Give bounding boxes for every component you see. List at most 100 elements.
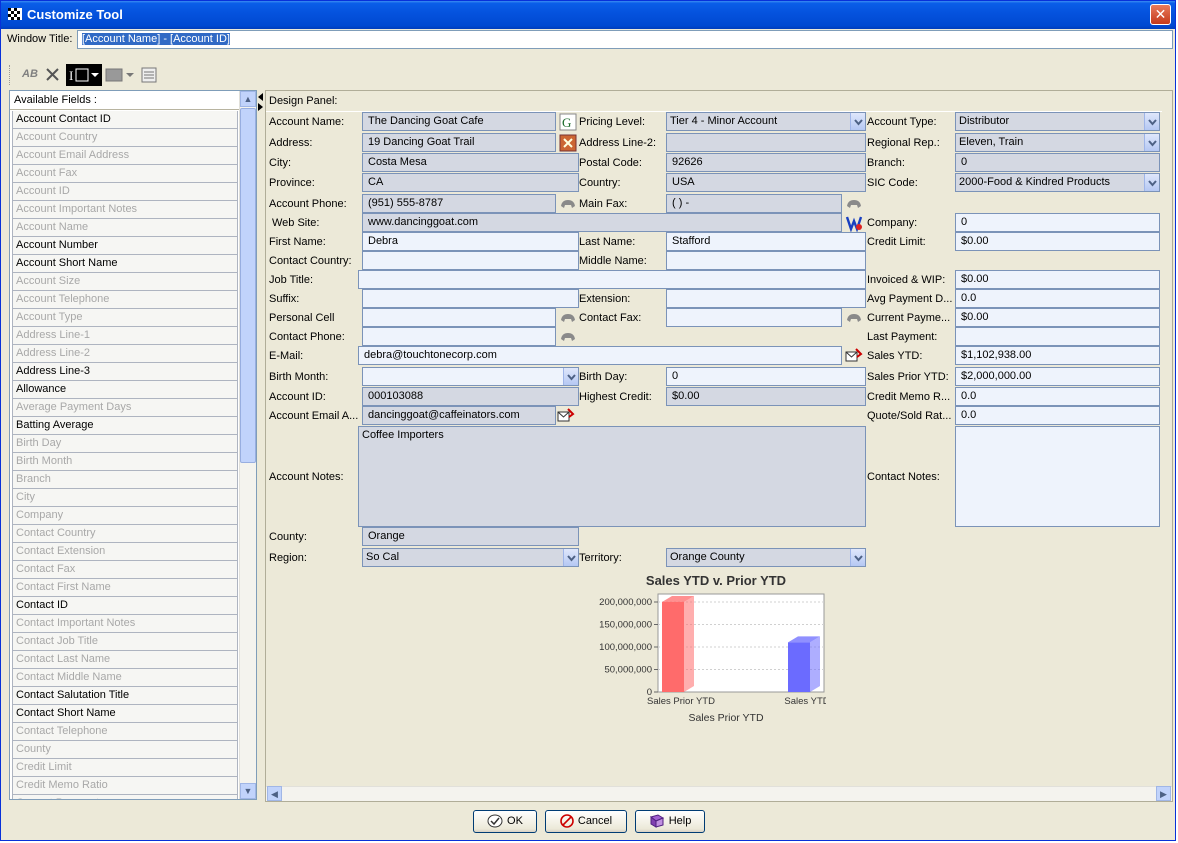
text-field-icon[interactable]: I	[66, 64, 102, 86]
regional-rep-combo[interactable]: Eleven, Train	[955, 133, 1160, 152]
province-field[interactable]: CA	[362, 173, 579, 192]
pricing-level-combo[interactable]: Tier 4 - Minor Account	[666, 112, 866, 131]
field-item[interactable]: Account Country	[12, 129, 238, 147]
address-field[interactable]: 19 Dancing Goat Trail	[362, 133, 556, 152]
field-item[interactable]: Account Name	[12, 219, 238, 237]
country-field[interactable]: USA	[666, 173, 866, 192]
sic-code-combo[interactable]: 2000-Food & Kindred Products	[955, 173, 1160, 192]
field-item[interactable]: Account Fax	[12, 165, 238, 183]
field-item[interactable]: Contact First Name	[12, 579, 238, 597]
scroll-up-icon[interactable]: ▲	[240, 91, 256, 107]
field-item[interactable]: Account Type	[12, 309, 238, 327]
ok-button[interactable]: OK	[473, 810, 537, 833]
suffix-field[interactable]	[362, 289, 579, 308]
color-icon[interactable]	[105, 64, 137, 86]
city-field[interactable]: Costa Mesa	[362, 153, 579, 172]
field-item[interactable]: Contact Fax	[12, 561, 238, 579]
map-marker-icon[interactable]	[559, 134, 577, 152]
align-icon[interactable]	[140, 64, 158, 86]
field-item[interactable]: Credit Memo Ratio	[12, 777, 238, 795]
field-item[interactable]: Contact Job Title	[12, 633, 238, 651]
scroll-thumb[interactable]	[240, 108, 256, 463]
field-item[interactable]: Contact Last Name	[12, 651, 238, 669]
field-item[interactable]: Account Short Name	[12, 255, 238, 273]
field-item[interactable]: Contact Telephone	[12, 723, 238, 741]
account-email-field[interactable]: dancinggoat@caffeinators.com	[362, 406, 556, 425]
last-name-field[interactable]: Stafford	[666, 232, 866, 251]
panel-splitter[interactable]	[257, 90, 265, 800]
field-item[interactable]: Contact Middle Name	[12, 669, 238, 687]
scroll-right-icon[interactable]: ▶	[1156, 786, 1171, 801]
chevron-down-icon[interactable]	[850, 549, 865, 566]
field-item[interactable]: Birth Day	[12, 435, 238, 453]
address-line2-field[interactable]	[666, 133, 866, 152]
branch-field[interactable]: 0	[955, 153, 1160, 172]
middle-name-field[interactable]	[666, 251, 866, 270]
scroll-down-icon[interactable]: ▼	[240, 783, 256, 799]
contact-notes-textarea[interactable]	[955, 426, 1160, 527]
birth-month-combo[interactable]	[362, 367, 579, 386]
field-item[interactable]: Allowance	[12, 381, 238, 399]
account-type-combo[interactable]: Distributor	[955, 112, 1160, 131]
design-horizontal-scrollbar[interactable]: ◀ ▶	[266, 786, 1172, 801]
sales-ytd-field[interactable]: $1,102,938.00	[955, 346, 1160, 365]
field-item[interactable]: Address Line-1	[12, 327, 238, 345]
region-combo[interactable]: So Cal	[362, 548, 579, 567]
invoiced-wip-field[interactable]: $0.00	[955, 270, 1160, 289]
field-item[interactable]: County	[12, 741, 238, 759]
web-browse-icon[interactable]	[845, 214, 863, 233]
job-title-field[interactable]	[358, 270, 866, 289]
field-item[interactable]: Contact ID	[12, 597, 238, 615]
account-phone-field[interactable]: (951) 555-8787	[362, 194, 556, 213]
field-item[interactable]: Account Email Address	[12, 147, 238, 165]
field-item[interactable]: Branch	[12, 471, 238, 489]
scroll-left-icon[interactable]: ◀	[267, 786, 282, 801]
field-item[interactable]: Account Telephone	[12, 291, 238, 309]
account-id-field[interactable]: 000103088	[362, 387, 579, 406]
county-field[interactable]: Orange	[362, 527, 579, 546]
fax-phone-icon[interactable]	[845, 195, 863, 213]
field-item[interactable]: Contact Salutation Title	[12, 687, 238, 705]
account-email-icon[interactable]	[557, 407, 575, 425]
dial-phone-icon[interactable]	[559, 195, 577, 213]
account-name-field[interactable]: The Dancing Goat Cafe	[362, 112, 556, 131]
send-email-icon[interactable]	[845, 347, 863, 365]
chevron-down-icon[interactable]	[563, 549, 578, 566]
highest-credit-field[interactable]: $0.00	[666, 387, 866, 406]
google-map-icon[interactable]: G	[559, 113, 577, 131]
cancel-button[interactable]: Cancel	[545, 810, 627, 833]
credit-limit-field[interactable]: $0.00	[955, 232, 1160, 251]
contact-fax-field[interactable]	[666, 308, 842, 327]
sales-prior-ytd-field[interactable]: $2,000,000.00	[955, 367, 1160, 386]
field-item[interactable]: Company	[12, 507, 238, 525]
field-item[interactable]: Current Payment	[12, 795, 238, 799]
contact-country-field[interactable]	[362, 251, 579, 270]
territory-combo[interactable]: Orange County	[666, 548, 866, 567]
field-item[interactable]: Birth Month	[12, 453, 238, 471]
birth-day-field[interactable]: 0	[666, 367, 866, 386]
personal-cell-field[interactable]	[362, 308, 556, 327]
field-item[interactable]: Batting Average	[12, 417, 238, 435]
personal-cell-phone-icon[interactable]	[559, 309, 577, 327]
splitter-arrows-icon[interactable]	[257, 90, 265, 120]
field-item[interactable]: Account Contact ID	[12, 111, 238, 129]
last-payment-field[interactable]	[955, 327, 1160, 346]
close-button[interactable]: ✕	[1150, 4, 1171, 25]
extension-field[interactable]	[666, 289, 866, 308]
chevron-down-icon[interactable]	[1144, 113, 1159, 130]
help-button[interactable]: Help	[635, 810, 705, 833]
chevron-down-icon[interactable]	[563, 368, 578, 385]
field-item[interactable]: Account Number	[12, 237, 238, 255]
contact-fax-phone-icon[interactable]	[845, 309, 863, 327]
field-item[interactable]: Contact Extension	[12, 543, 238, 561]
window-title-input[interactable]: [Account Name] - [Account ID]	[77, 30, 1173, 49]
field-item[interactable]: Account Important Notes	[12, 201, 238, 219]
avg-payment-field[interactable]: 0.0	[955, 289, 1160, 308]
web-site-field[interactable]: www.dancinggoat.com	[362, 213, 842, 232]
chevron-down-icon[interactable]	[1144, 134, 1159, 151]
field-item[interactable]: Contact Short Name	[12, 705, 238, 723]
field-item[interactable]: Address Line-2	[12, 345, 238, 363]
field-item[interactable]: Account Size	[12, 273, 238, 291]
first-name-field[interactable]: Debra	[362, 232, 579, 251]
field-item[interactable]: Average Payment Days	[12, 399, 238, 417]
